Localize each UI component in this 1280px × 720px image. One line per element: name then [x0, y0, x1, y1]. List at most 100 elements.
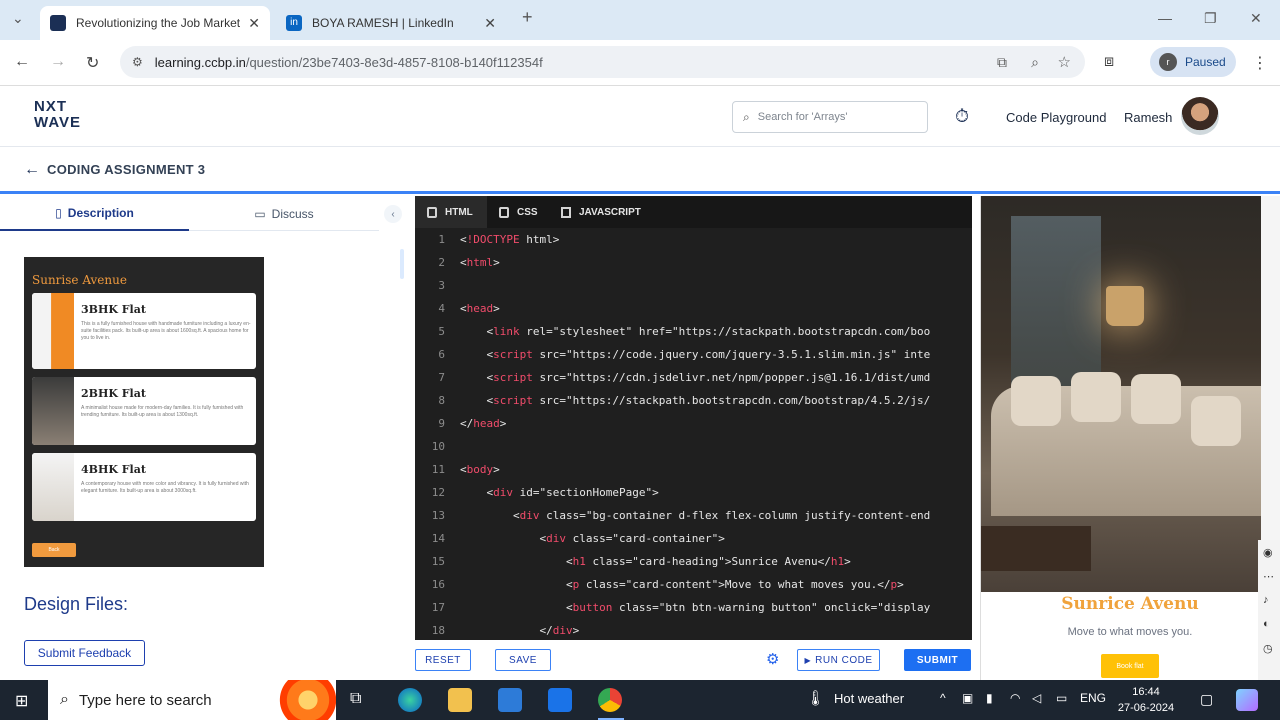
linkedin-favicon-icon: in	[286, 15, 302, 31]
chrome-icon[interactable]	[598, 688, 622, 712]
room-table	[981, 526, 1091, 571]
site-info-icon[interactable]: ⚙	[132, 55, 143, 69]
code-text: <div id="sectionHomePage">	[460, 486, 659, 499]
code-line[interactable]: 11 <body>	[415, 458, 972, 481]
edge-browser-icon[interactable]	[398, 688, 422, 712]
browser-tab-linkedin[interactable]: in BOYA RAMESH | LinkedIn ✕	[276, 6, 506, 40]
code-text: <!DOCTYPE html>	[460, 233, 560, 246]
copilot-icon[interactable]	[1236, 689, 1258, 711]
code-line[interactable]: 18 </div>	[415, 619, 972, 640]
browser-menu-icon[interactable]: ⋮	[1252, 53, 1268, 73]
code-line[interactable]: 5 <link rel="stylesheet" href="https://s…	[415, 320, 972, 343]
mail-icon[interactable]	[548, 688, 572, 712]
code-area[interactable]: 1 <!DOCTYPE html> 2 <html> 3 4 <head> 5 <link r…	[415, 228, 972, 640]
tab-css[interactable]: CSS	[487, 196, 547, 228]
zoom-icon[interactable]: ⌕	[1031, 54, 1039, 71]
tab-label: HTML	[445, 206, 473, 218]
back-arrow-icon[interactable]: ←	[24, 161, 40, 179]
code-line[interactable]: 8 <script src="https://stackpath.bootstr…	[415, 389, 972, 412]
weather-icon[interactable]: 🌡	[806, 689, 825, 707]
code-text: <button class="btn btn-warning button" o…	[460, 601, 931, 614]
code-text: <script src="https://stackpath.bootstrap…	[460, 394, 931, 407]
code-line[interactable]: 9 </head>	[415, 412, 972, 435]
taskbar-search-input[interactable]: ⌕ Type here to search	[48, 680, 336, 720]
weather-text[interactable]: Hot weather	[834, 691, 904, 706]
notifications-icon[interactable]: ▢	[1200, 691, 1213, 708]
volume-icon[interactable]: ◁	[1032, 691, 1041, 705]
user-avatar[interactable]	[1181, 97, 1219, 135]
code-line[interactable]: 10	[415, 435, 972, 458]
restore-icon[interactable]: ❐	[1204, 10, 1217, 27]
extensions-icon[interactable]: ⧈	[1104, 53, 1114, 71]
browser-tab-active[interactable]: Revolutionizing the Job Market ✕	[40, 6, 270, 40]
preview-card-heading: 3BHK Flat	[81, 303, 146, 316]
forward-arrow-icon[interactable]: →	[50, 53, 66, 71]
windows-start-icon[interactable]: ⊞	[15, 691, 28, 711]
code-line[interactable]: 15 <h1 class="card-heading">Sunrice Aven…	[415, 550, 972, 573]
bookmark-star-icon[interactable]: ☆	[1058, 53, 1071, 71]
address-bar[interactable]: ⚙ learning.ccbp.in /question/23be7403-8e…	[120, 46, 1085, 78]
back-arrow-icon[interactable]: ←	[14, 53, 30, 71]
tab-javascript[interactable]: JAVASCRIPT	[549, 196, 649, 228]
task-view-icon[interactable]: ⧉	[350, 690, 361, 708]
tab-description[interactable]: ▯ Description	[0, 197, 189, 231]
show-hidden-icons[interactable]: ^	[940, 691, 946, 705]
video-icon[interactable]: ▣	[962, 691, 973, 705]
language-indicator[interactable]: ENG	[1080, 691, 1106, 705]
close-tab-icon[interactable]: ✕	[484, 15, 496, 32]
code-line[interactable]: 1 <!DOCTYPE html>	[415, 228, 972, 251]
submit-feedback-button[interactable]: Submit Feedback	[24, 640, 145, 666]
reset-button[interactable]: RESET	[415, 649, 471, 671]
code-line[interactable]: 17 <button class="btn btn-warning button…	[415, 596, 972, 619]
battery-icon[interactable]: ▭	[1056, 691, 1067, 705]
line-number: 2	[438, 256, 445, 269]
system-clock[interactable]: 16:44 27-06-2024	[1116, 684, 1176, 716]
book-flat-button[interactable]: Book flat	[1101, 654, 1159, 678]
scrollbar[interactable]	[400, 249, 404, 279]
code-line[interactable]: 2 <html>	[415, 251, 972, 274]
run-code-button[interactable]: ▶ RUN CODE	[797, 649, 880, 671]
save-button[interactable]: SAVE	[495, 649, 551, 671]
address-path: /question/23be7403-8e3d-4857-8108-b140f1…	[245, 54, 543, 70]
preview-card-text: A contemporary house with more color and…	[81, 481, 249, 494]
wifi-icon[interactable]: ◠	[1010, 691, 1020, 705]
tab-search-icon[interactable]: ⌄	[12, 10, 24, 27]
code-line[interactable]: 12 <div id="sectionHomePage">	[415, 481, 972, 504]
code-line[interactable]: 14 <div class="card-container">	[415, 527, 972, 550]
code-playground-link[interactable]: Code Playground	[1006, 110, 1106, 125]
file-explorer-icon[interactable]	[448, 688, 472, 712]
code-line[interactable]: 4 <head>	[415, 297, 972, 320]
profile-button[interactable]: r Paused	[1150, 47, 1236, 77]
windows-taskbar: ⊞ ⌕ Type here to search ⧉ 🌡 Hot weather …	[0, 680, 1280, 720]
search-highlight-icon	[266, 680, 336, 720]
preview-card: 3BHK Flat This is a fully furnished hous…	[32, 293, 256, 369]
phone-icon[interactable]: ▮	[986, 691, 993, 705]
stopwatch-icon[interactable]: ⏱	[955, 106, 969, 127]
collapse-panel-button[interactable]: ‹	[384, 205, 402, 223]
speaker-icon[interactable]: ◐	[1263, 618, 1270, 630]
code-line[interactable]: 6 <script src="https://code.jquery.com/j…	[415, 343, 972, 366]
open-in-app-icon[interactable]: ⧉	[997, 54, 1007, 71]
settings-gear-icon[interactable]: ⚙	[766, 650, 779, 668]
camera-icon[interactable]: ◉	[1263, 546, 1273, 559]
clock-icon[interactable]: ◷	[1263, 642, 1273, 655]
tab-discuss[interactable]: ▭ Discuss	[189, 197, 379, 231]
new-tab-button[interactable]: +	[522, 7, 533, 28]
reload-icon[interactable]: ↻	[86, 53, 99, 73]
code-line[interactable]: 7 <script src="https://cdn.jsdelivr.net/…	[415, 366, 972, 389]
line-number: 1	[438, 233, 445, 246]
close-tab-icon[interactable]: ✕	[248, 15, 260, 32]
microphone-icon[interactable]: ♪	[1263, 594, 1269, 606]
submit-button[interactable]: SUBMIT	[904, 649, 971, 671]
more-icon[interactable]: ⋯	[1263, 570, 1274, 583]
user-name[interactable]: Ramesh	[1124, 110, 1172, 125]
code-line[interactable]: 13 <div class="bg-container d-flex flex-…	[415, 504, 972, 527]
code-line[interactable]: 16 <p class="card-content">Move to what …	[415, 573, 972, 596]
microsoft-store-icon[interactable]	[498, 688, 522, 712]
tab-html[interactable]: HTML	[415, 196, 487, 228]
nxtwave-logo[interactable]: NXT WAVE	[34, 99, 81, 131]
window-close-icon[interactable]: ✕	[1250, 10, 1262, 27]
code-line[interactable]: 3	[415, 274, 972, 297]
minimize-icon[interactable]: —	[1158, 10, 1172, 26]
search-input[interactable]: ⌕ Search for 'Arrays'	[732, 101, 928, 133]
